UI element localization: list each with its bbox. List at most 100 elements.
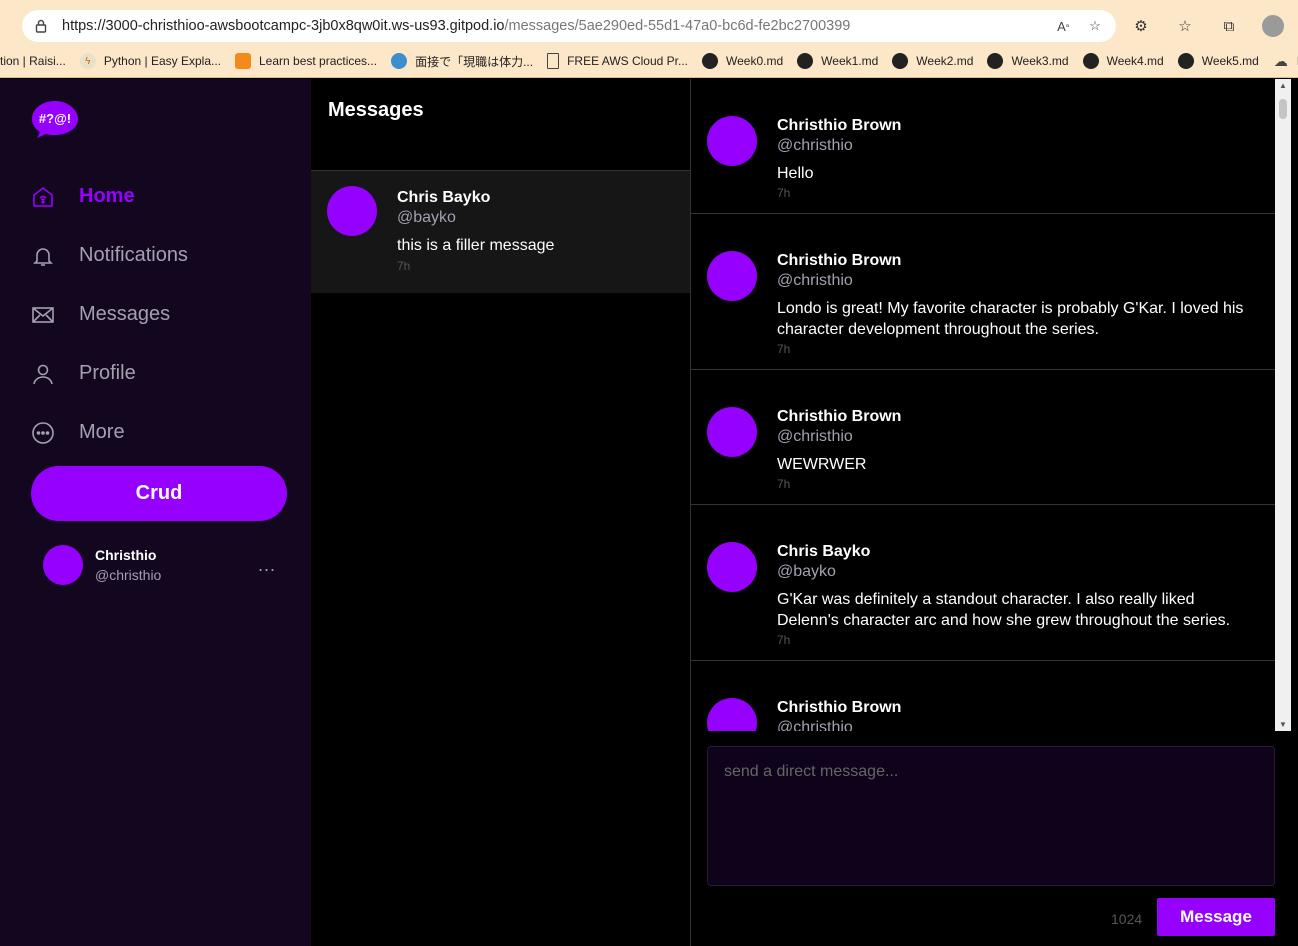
conversation: Christhio Brown @christhio Hello 7h Christhi… <box>691 79 1298 946</box>
bookmark-label: FREE AWS Cloud Pr... <box>567 54 689 68</box>
avatar <box>707 407 757 457</box>
message-author: Christhio Brown <box>777 699 902 716</box>
message-time: 7h <box>777 633 791 647</box>
message-groups: Messages Chris Bayko @bayko this is a fi… <box>311 79 691 946</box>
scroll-down-icon[interactable]: ▼ <box>1279 720 1287 729</box>
bookmarks-bar: tion | Raisi... ϟ Python | Easy Expla... Le… <box>0 50 1298 72</box>
bookmark-item[interactable]: Learn best practices... <box>235 53 377 69</box>
avatar <box>707 698 757 731</box>
message-item: Christhio Brown @christhio WEWRWER 7h <box>691 370 1275 505</box>
message-group-item[interactable]: Chris Bayko @bayko this is a filler mess… <box>311 170 690 293</box>
message-author: Christhio Brown <box>777 117 902 134</box>
message-item: Chris Bayko @bayko G'Kar was definitely a … <box>691 505 1275 661</box>
profile-menu-button[interactable]: ... <box>258 555 276 576</box>
scrollbar[interactable]: ▲ ▼ <box>1275 79 1291 731</box>
char-count: 1024 <box>1111 911 1143 927</box>
group-time: 7h <box>397 259 411 273</box>
avatar <box>43 545 83 585</box>
profile-handle: @christhio <box>95 567 162 583</box>
logo[interactable]: #?@! <box>31 99 79 139</box>
bookmark-item[interactable]: 面接で「現職は体力... <box>391 53 533 70</box>
bookmark-item[interactable]: Week3.md <box>987 53 1069 69</box>
bookmark-item[interactable]: Week4.md <box>1082 53 1164 69</box>
address-bar[interactable]: https://3000-christhioo-awsbootcampc-3jb… <box>22 10 1116 42</box>
bookmark-item[interactable]: ☁Loc <box>1273 53 1298 69</box>
sidebar-item-home[interactable]: Home <box>31 167 188 226</box>
logo-text: #?@! <box>39 111 71 126</box>
lock-icon[interactable] <box>34 19 48 33</box>
message-text: WEWRWER <box>777 456 867 473</box>
bookmark-item[interactable]: FREE AWS Cloud Pr... <box>547 53 688 69</box>
bookmark-label: Week4.md <box>1106 54 1164 68</box>
github-icon <box>1082 53 1099 69</box>
sidebar-item-messages[interactable]: Messages <box>31 285 188 344</box>
bookmark-label: Learn best practices... <box>259 54 378 68</box>
bookmark-item[interactable]: ϟ Python | Easy Expla... <box>79 53 221 69</box>
send-message-button[interactable]: Message <box>1157 898 1275 936</box>
url-path: /messages/5ae290ed-55d1-47a0-bc6d-fe2bc2… <box>504 18 851 34</box>
sidebar-item-more[interactable]: More <box>31 403 188 462</box>
file-icon <box>547 53 560 69</box>
person-icon <box>31 362 55 386</box>
profile-card[interactable]: Christhio @christhio ... <box>43 545 276 585</box>
message-item: Christhio Brown@christhioDelenn was amaz… <box>691 661 1275 731</box>
message-item: Christhio Brown @christhio Hello 7h <box>691 79 1275 214</box>
favorite-add-icon[interactable]: ☆ <box>1086 17 1104 35</box>
message-author: Chris Bayko <box>777 543 871 560</box>
bookmark-item[interactable]: Week1.md <box>797 53 878 69</box>
collections-icon[interactable]: ⧉ <box>1218 15 1240 37</box>
message-time: 7h <box>777 186 791 200</box>
more-circle-icon <box>31 421 55 445</box>
sidebar-item-label: Home <box>79 185 135 207</box>
page-title: Messages <box>328 99 424 121</box>
group-last-message: this is a filler message <box>397 237 555 254</box>
extensions-icon[interactable]: ⚙ <box>1130 15 1152 37</box>
bookmark-label: Week2.md <box>916 54 974 68</box>
sidebar-item-notifications[interactable]: Notifications <box>31 226 188 285</box>
sidebar-item-profile[interactable]: Profile <box>31 344 188 403</box>
scroll-up-icon[interactable]: ▲ <box>1279 81 1287 90</box>
sidebar-nav: Home Notifications Messages Profile More <box>31 167 188 462</box>
message-feed[interactable]: Christhio Brown @christhio Hello 7h Christhi… <box>691 79 1275 731</box>
bookmark-item[interactable]: Week2.md <box>892 53 973 69</box>
bookmark-item[interactable]: tion | Raisi... <box>0 54 66 68</box>
github-icon <box>702 53 719 69</box>
message-input[interactable]: send a direct message... <box>707 746 1275 886</box>
aws-icon <box>235 53 251 69</box>
bookmark-label: Week0.md <box>726 54 784 68</box>
group-name: Chris Bayko <box>397 189 491 206</box>
sidebar-item-label: Profile <box>79 362 136 384</box>
bookmark-item[interactable]: Week0.md <box>702 53 783 69</box>
message-author: Christhio Brown <box>777 252 902 269</box>
url-host: https://3000-christhioo-awsbootcampc-3jb… <box>62 18 505 34</box>
message-text: Hello <box>777 165 814 182</box>
site-icon <box>391 53 408 69</box>
bookmark-item[interactable]: Week5.md <box>1177 53 1259 69</box>
profile-name: Christhio <box>95 547 157 563</box>
bookmark-label: Python | Easy Expla... <box>103 54 221 68</box>
bookmark-label: tion | Raisi... <box>0 54 66 68</box>
message-handle: @bayko <box>777 563 836 580</box>
message-handle: @christhio <box>777 272 853 289</box>
browser-profile-avatar[interactable] <box>1262 15 1284 37</box>
message-item: Christhio Brown @christhio Londo is great!… <box>691 214 1275 370</box>
github-icon <box>1177 53 1194 69</box>
sidebar-item-label: Notifications <box>79 244 188 266</box>
scrollbar-thumb[interactable] <box>1279 99 1287 119</box>
read-aloud-icon[interactable]: Aᵃ <box>1054 17 1072 35</box>
bookmark-label: 面接で「現職は体力... <box>415 54 534 69</box>
message-text: G'Kar was definitely a standout characte… <box>777 591 1231 629</box>
message-text: Londo is great! My favorite character is… <box>777 300 1244 338</box>
github-icon <box>797 53 814 69</box>
message-time: 7h <box>777 342 791 356</box>
avatar <box>327 186 377 236</box>
app: #?@! Home Notifications Messages Profile Mor… <box>0 79 1298 946</box>
github-icon <box>987 53 1004 69</box>
bookmark-label: Week3.md <box>1011 54 1069 68</box>
cloud-icon: ☁ <box>1273 52 1288 69</box>
favorites-icon[interactable]: ☆ <box>1174 15 1196 37</box>
bell-icon <box>31 244 55 268</box>
group-handle: @bayko <box>397 209 456 226</box>
sidebar-item-label: Messages <box>79 303 171 325</box>
crud-button[interactable]: Crud <box>31 466 287 521</box>
